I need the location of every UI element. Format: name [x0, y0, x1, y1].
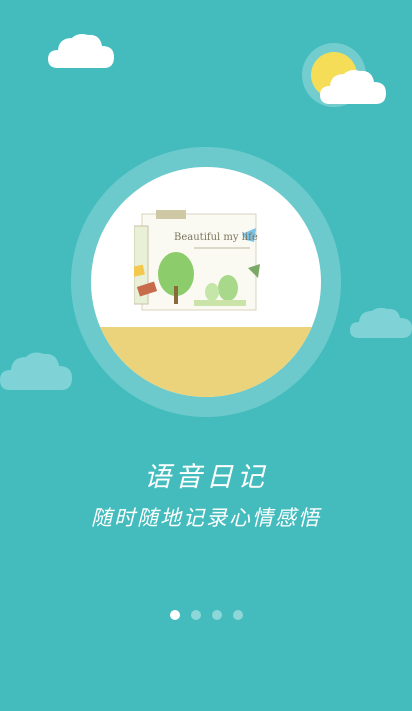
cloud-icon — [320, 70, 386, 104]
screen-title: 语音日记 — [144, 462, 268, 493]
page-dot-4[interactable] — [232, 610, 243, 620]
page-dot-2[interactable] — [190, 610, 201, 620]
onboarding-screen: Beautiful my life 语音日记 随时随地记录心情感悟 — [0, 0, 412, 711]
illustration-ground — [91, 327, 321, 397]
page-indicator — [0, 610, 412, 620]
page-dot-3[interactable] — [211, 610, 222, 620]
illustration-circle: Beautiful my life — [91, 167, 321, 397]
page-dot-1[interactable] — [169, 610, 180, 620]
cloud-icon — [0, 352, 72, 390]
notebook-illustration: Beautiful my life — [134, 210, 260, 311]
cloud-icon — [350, 307, 412, 338]
card-heading: Beautiful my life — [174, 232, 258, 243]
cloud-icon — [48, 34, 114, 68]
screen-subtitle: 随时随地记录心情感悟 — [91, 506, 321, 530]
